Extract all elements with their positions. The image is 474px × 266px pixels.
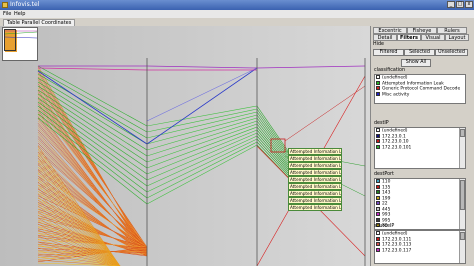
app-icon (2, 2, 8, 8)
color-swatch (376, 144, 380, 149)
tab-excentric[interactable]: Excentric (373, 27, 407, 34)
legend-item-label: (undefined) (382, 231, 408, 237)
legend-item-label: Misc activity (382, 92, 410, 97)
menu-help[interactable]: Help (14, 11, 25, 17)
close-button[interactable]: x (465, 1, 473, 8)
tooltip-item: Attempted Information Leak (288, 148, 342, 155)
color-swatch (376, 217, 380, 222)
legend-item-label: 993 (382, 212, 391, 218)
legend-item-label: 110 (382, 179, 391, 185)
destport-list[interactable]: 110 135 143 199 22 445 993 995 80 (374, 178, 466, 230)
tab-fisheye[interactable]: Fisheye (407, 27, 437, 34)
legend-item-label: Generic Protocol Command Decode (382, 86, 461, 92)
main-tabstrip: Table Parallel Coordinates (0, 18, 474, 27)
tooltip-item: Attempted Information Leak (288, 169, 342, 176)
filtered-button[interactable]: Filtered (373, 49, 404, 56)
maximize-button[interactable]: □ (456, 1, 464, 8)
tooltip-item: Attempted Information Leak (288, 204, 342, 211)
color-swatch (376, 139, 380, 143)
destport-label: destPort (374, 172, 394, 177)
tooltip-item: Attempted Information Leak (288, 176, 342, 183)
legend-item-label: 172.23.0.101 (382, 145, 412, 150)
tooltip-item: Attempted Information Leak (288, 162, 342, 169)
destport-scroll-thumb[interactable] (460, 180, 465, 210)
parallel-coordinates-plot[interactable] (0, 26, 370, 266)
menu-file[interactable]: File (3, 11, 11, 17)
sourceip-label: sourceIP (374, 224, 395, 229)
legend-item-label: 143 (382, 190, 391, 196)
tooltip-item: Attempted Information Leak (288, 190, 342, 197)
legend-item-label: 22 (382, 201, 388, 207)
color-swatch (376, 201, 380, 205)
color-swatch (376, 236, 380, 241)
overview-viewport-frame[interactable] (4, 29, 16, 51)
tooltip-item: Attempted Information Leak (288, 183, 342, 190)
sourceip-scrollbar[interactable] (459, 231, 465, 263)
destip-label: destIP (374, 121, 389, 126)
legend-item-label: (undefined) (382, 128, 408, 134)
legend-item[interactable]: Misc activity (375, 91, 465, 97)
color-swatch (376, 80, 380, 85)
tab-filters[interactable]: Filters (397, 34, 421, 41)
legend-item-label: 172.23.0.10 (382, 139, 409, 145)
window-title: Infovis.tel (10, 1, 40, 8)
color-swatch (376, 212, 380, 216)
unselected-button[interactable]: Unselected (435, 49, 468, 56)
legend-item-label: 172.23.0.113 (382, 242, 412, 248)
color-swatch (376, 242, 380, 246)
parallel-coordinates-canvas[interactable]: Attempted Information Leak Attempted Inf… (0, 26, 370, 266)
tab-visual[interactable]: Visual (421, 34, 445, 41)
color-swatch (376, 247, 380, 252)
color-swatch (376, 231, 380, 235)
legend-item[interactable]: Generic Protocol Command Decode (375, 86, 465, 92)
tooltip-item: Attempted Information Leak (288, 155, 342, 162)
destip-list[interactable]: (undefined) 172.23.0.1 172.23.0.10 172.23.0… (374, 127, 466, 169)
sourceip-scroll-thumb[interactable] (460, 232, 465, 240)
color-swatch (376, 91, 380, 96)
color-swatch (376, 75, 380, 79)
tooltip-stack: Attempted Information Leak Attempted Inf… (288, 148, 342, 211)
sourceip-list[interactable]: (undefined) 172.23.0.111 172.23.0.113 172.2… (374, 230, 466, 264)
tooltip-item: Attempted Information Leak (288, 197, 342, 204)
tab-detail[interactable]: Detail (373, 34, 397, 41)
plot-background (0, 26, 370, 266)
color-swatch (376, 86, 380, 90)
show-all-button[interactable]: Show All (401, 59, 431, 67)
color-swatch (376, 133, 380, 138)
tab-layout[interactable]: Layout (445, 34, 469, 41)
legend-item[interactable]: 172.23.0.117 (375, 247, 465, 253)
legend-item-label: 172.23.0.117 (382, 248, 412, 253)
minimize-button[interactable]: _ (447, 1, 455, 8)
control-panel: Excentric Fisheye Rulers Detail Filters … (370, 26, 474, 266)
color-swatch (376, 184, 380, 189)
destip-scrollbar[interactable] (459, 128, 465, 168)
classification-list[interactable]: (undefined) Attempted Information Leak Gen… (374, 74, 466, 104)
classification-label: classification (374, 68, 406, 73)
legend-item-label: (undefined) (382, 75, 408, 81)
destip-scroll-thumb[interactable] (460, 129, 465, 137)
color-swatch (376, 128, 380, 132)
color-swatch (376, 190, 380, 194)
hide-label: Hide (373, 42, 384, 47)
color-swatch (376, 206, 380, 211)
selected-button[interactable]: Selected (404, 49, 435, 56)
tab-rulers[interactable]: Rulers (437, 27, 467, 34)
window-titlebar: Infovis.tel _ □ x (0, 0, 474, 10)
color-swatch (376, 179, 380, 183)
overview-thumbnail[interactable] (2, 27, 38, 61)
destport-scrollbar[interactable] (459, 179, 465, 229)
color-swatch (376, 195, 380, 200)
legend-item[interactable]: 172.23.0.101 (375, 144, 465, 150)
